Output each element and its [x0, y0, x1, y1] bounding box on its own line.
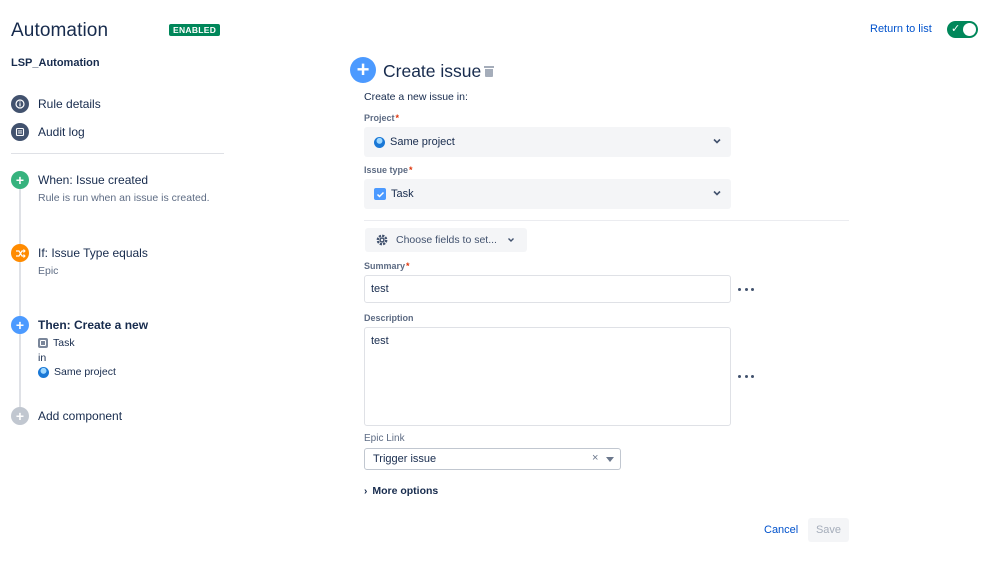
clear-icon[interactable]: × [592, 452, 598, 464]
info-icon [11, 95, 29, 113]
step-subtitle: Epic [38, 265, 59, 277]
chevron-down-icon [713, 190, 721, 196]
issue-type-label: Issue type* [364, 165, 413, 175]
save-button[interactable]: Save [808, 518, 849, 542]
choose-fields-label: Choose fields to set... [396, 234, 497, 246]
project-select[interactable]: Same project [364, 127, 731, 157]
create-issue-plus-icon: + [350, 57, 376, 83]
sidebar-item-label: Audit log [38, 125, 85, 139]
epic-link-label: Epic Link [364, 433, 405, 444]
flow-connector-line [19, 189, 21, 409]
choose-fields-button[interactable]: Choose fields to set... [365, 228, 527, 252]
caret-down-icon[interactable] [606, 457, 614, 462]
description-label: Description [364, 313, 414, 323]
issue-type-select-value: Task [391, 188, 414, 200]
action-project-label: Same project [54, 366, 116, 378]
sidebar-item-label: Rule details [38, 97, 101, 111]
more-options-label: More options [372, 485, 439, 497]
action-project: Same project [38, 366, 116, 378]
summary-input[interactable]: test [364, 275, 731, 303]
task-icon [374, 188, 386, 200]
project-select-value: Same project [390, 136, 455, 148]
page-title: Create issue [383, 61, 482, 81]
log-icon [11, 123, 29, 141]
summary-more-icon[interactable] [738, 288, 754, 292]
issue-type-select[interactable]: Task [364, 179, 731, 209]
plus-icon: + [11, 407, 29, 425]
section-divider [364, 220, 849, 221]
check-icon: ✓ [951, 23, 961, 35]
chevron-down-icon [713, 138, 721, 144]
action-connector: in [38, 352, 47, 364]
gear-icon [376, 234, 388, 246]
required-mark: * [395, 113, 400, 123]
step-title: Add component [38, 409, 123, 423]
sidebar-divider [11, 153, 224, 154]
sidebar-item-audit-log[interactable]: Audit log [11, 123, 85, 141]
summary-label-text: Summary [364, 261, 406, 271]
sidebar-item-rule-details[interactable]: Rule details [11, 95, 101, 113]
project-label: Project* [364, 113, 399, 123]
cancel-button[interactable]: Cancel [760, 518, 802, 542]
task-icon [38, 338, 48, 348]
action-issue-type: Task [38, 337, 75, 349]
project-icon [374, 136, 385, 148]
toggle-knob [963, 23, 976, 36]
status-badge: ENABLED [169, 24, 221, 36]
chevron-right-icon: › [364, 485, 368, 497]
plus-icon: + [11, 171, 29, 189]
rule-name: LSP_Automation [11, 57, 100, 69]
description-more-icon[interactable] [738, 375, 754, 379]
required-mark: * [409, 165, 413, 175]
step-subtitle: Rule is run when an issue is created. [38, 192, 210, 204]
step-title: If: Issue Type equals [38, 246, 148, 260]
app-title: Automation [11, 20, 109, 41]
step-title: When: Issue created [38, 173, 149, 187]
return-to-list-link[interactable]: Return to list [870, 23, 932, 35]
action-issue-type-label: Task [53, 337, 75, 349]
project-icon [38, 366, 49, 378]
more-options-toggle[interactable]: › More options [364, 485, 438, 497]
epic-link-select[interactable]: Trigger issue × [364, 448, 621, 470]
shuffle-icon [11, 244, 29, 262]
description-textarea[interactable]: test [364, 327, 731, 426]
summary-label: Summary* [364, 261, 410, 271]
project-label-text: Project [364, 113, 395, 123]
plus-icon: + [11, 316, 29, 334]
intro-text: Create a new issue in: [364, 91, 468, 103]
step-title: Then: Create a new [38, 318, 149, 332]
rule-enabled-toggle[interactable]: ✓ [947, 21, 978, 38]
issue-type-label-text: Issue type [364, 165, 409, 175]
epic-link-value: Trigger issue [373, 453, 437, 465]
trash-icon[interactable] [484, 66, 494, 77]
required-mark: * [406, 261, 410, 271]
chevron-down-icon [508, 238, 514, 242]
